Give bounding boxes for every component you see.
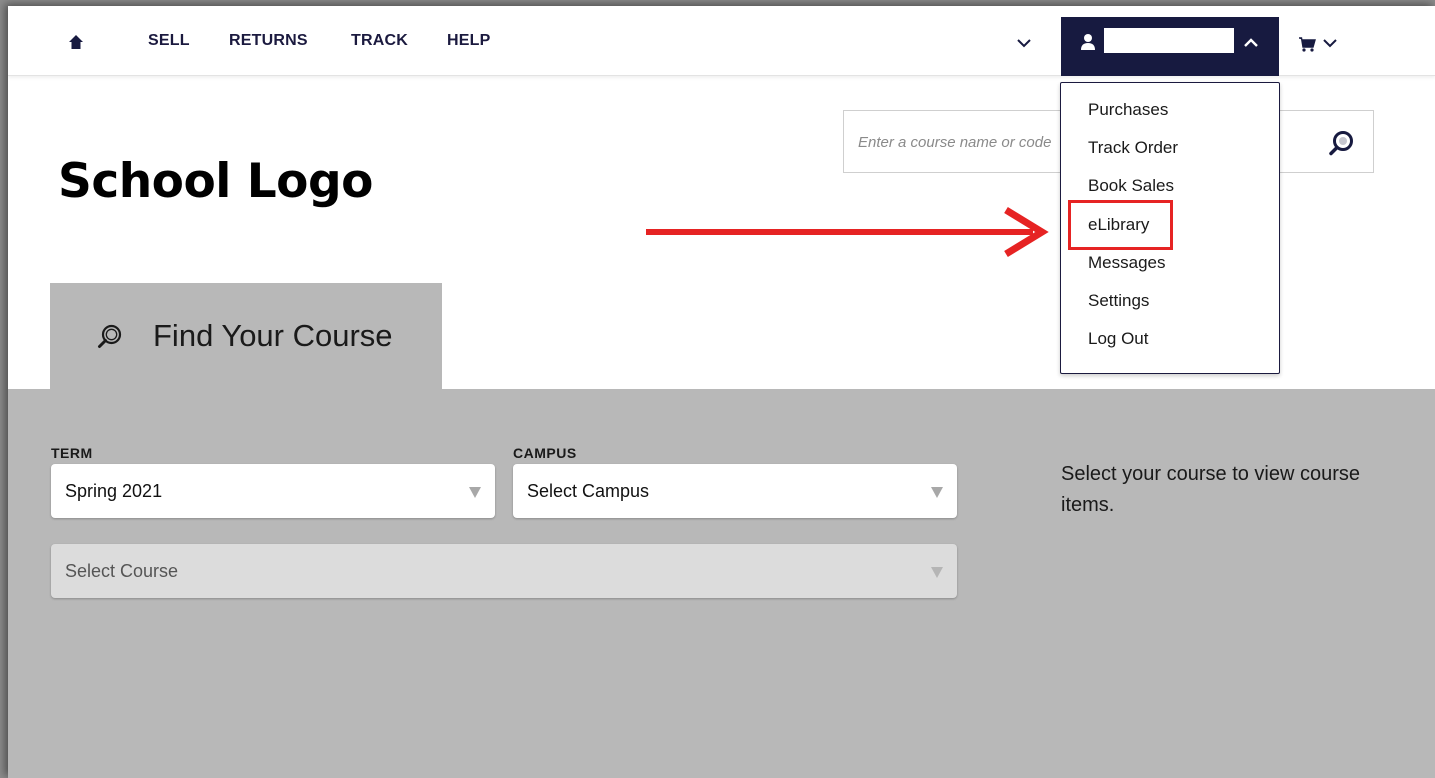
menu-item-book-sales[interactable]: Book Sales: [1088, 176, 1174, 196]
menu-item-log-out[interactable]: Log Out: [1088, 329, 1149, 349]
top-navigation: SELL RETURNS TRACK HELP: [8, 6, 1435, 76]
course-select: Select Course: [51, 544, 957, 598]
search-icon[interactable]: [1328, 129, 1356, 157]
term-select-value: Spring 2021: [65, 481, 163, 501]
course-search-icon: [98, 324, 122, 348]
chevron-down-icon[interactable]: [1017, 38, 1031, 48]
menu-item-track-order[interactable]: Track Order: [1088, 138, 1178, 158]
menu-item-settings[interactable]: Settings: [1088, 291, 1149, 311]
nav-help-link[interactable]: HELP: [447, 32, 490, 50]
page-frame: SELL RETURNS TRACK HELP Enter a course n…: [8, 6, 1435, 778]
term-label: TERM: [51, 445, 93, 461]
user-icon: [1081, 34, 1095, 50]
chevron-up-icon[interactable]: [1243, 37, 1259, 48]
course-finder-panel: TERM Spring 2021 CAMPUS Select Campus Se…: [8, 389, 1435, 778]
cart-chevron-down-icon[interactable]: [1323, 38, 1337, 48]
account-dropdown-menu: Purchases Track Order Book Sales eLibrar…: [1060, 82, 1280, 374]
menu-item-messages[interactable]: Messages: [1088, 253, 1165, 273]
account-menu-button[interactable]: [1061, 17, 1279, 76]
arrow-right-icon: [646, 207, 1049, 257]
course-help-text: Select your course to view course items.: [1061, 463, 1361, 516]
menu-item-purchases[interactable]: Purchases: [1088, 100, 1168, 120]
term-select[interactable]: Spring 2021: [51, 464, 495, 518]
triangle-down-icon: [469, 487, 481, 498]
triangle-down-icon: [931, 487, 943, 498]
menu-item-elibrary[interactable]: eLibrary: [1088, 215, 1149, 235]
tab-find-your-course[interactable]: Find Your Course: [50, 283, 442, 391]
school-logo: School Logo: [58, 154, 373, 209]
campus-label: CAMPUS: [513, 445, 577, 461]
nav-track-link[interactable]: TRACK: [351, 32, 408, 50]
course-select-value: Select Course: [65, 561, 179, 581]
triangle-down-icon: [931, 567, 943, 578]
home-icon[interactable]: [68, 34, 84, 50]
tab-label: Find Your Course: [153, 318, 393, 353]
campus-select-value: Select Campus: [527, 481, 650, 501]
nav-sell-link[interactable]: SELL: [148, 32, 190, 50]
nav-returns-link[interactable]: RETURNS: [229, 32, 308, 50]
account-name-redacted: [1104, 28, 1234, 53]
campus-select[interactable]: Select Campus: [513, 464, 957, 518]
cart-icon[interactable]: [1298, 37, 1316, 52]
